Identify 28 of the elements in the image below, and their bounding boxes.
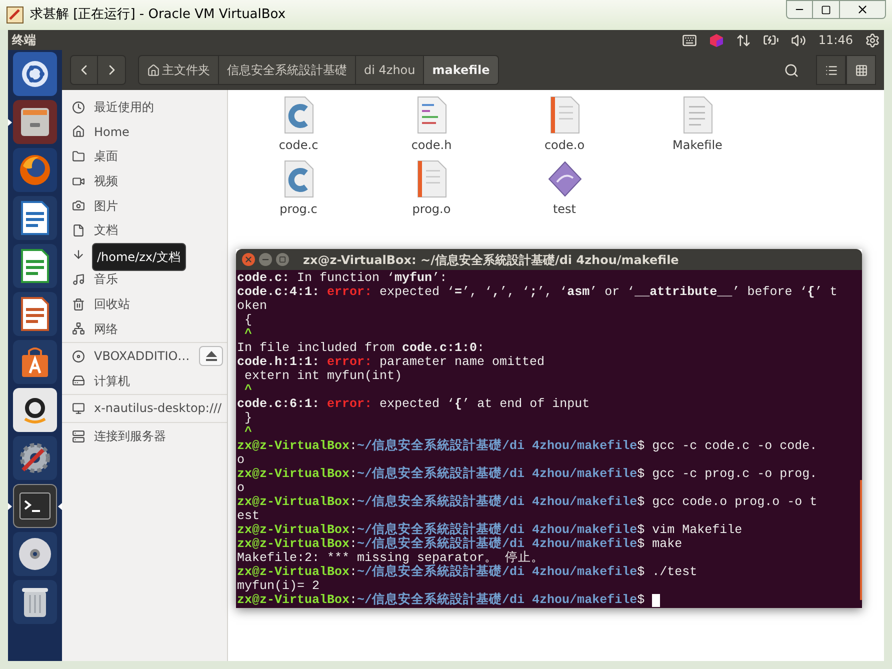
window-title: 求甚解 [正在运行] - Oracle VM VirtualBox [30, 6, 286, 24]
terminal-line: zx@z-VirtualBox:~/信息安全系統設計基礎/di 4zhou/makefile$ vim Makefile [237, 523, 744, 537]
terminal-line: { [244, 313, 254, 327]
terminal-line: code.h:1:1: error: parameter name omitted [237, 355, 546, 369]
terminal-line: In file included from code.c:1:0: [237, 341, 486, 355]
terminal-title: zx@z-VirtualBox: ~/信息安全系統設計基礎/di 4zhou/makefile [303, 252, 679, 268]
terminal-line: } [244, 411, 254, 425]
terminal-line: zx@z-VirtualBox:~/信息安全系統設計基礎/di 4zhou/makefile$ make [237, 537, 684, 551]
terminal-line: o [237, 453, 246, 467]
terminal-line: extern int myfun(int) [244, 369, 404, 383]
terminal-line: zx@z-VirtualBox:~/信息安全系統設計基礎/di 4zhou/makefile$ gcc -c prog.c -o prog. [237, 467, 818, 481]
terminal-line: code.c: In function ‘myfun’: [237, 271, 448, 285]
terminal-line: oken [237, 299, 268, 313]
terminal-line: zx@z-VirtualBox:~/信息安全系統設計基礎/di 4zhou/makefile$ [237, 593, 862, 607]
terminal-line: o [237, 481, 246, 495]
terminal-line: ^ [244, 383, 254, 397]
terminal-line: est [237, 509, 261, 523]
terminal-line: myfun(i)= 2 [237, 579, 321, 593]
tooltip: /home/zx/文档 [92, 243, 186, 271]
terminal-line: zx@z-VirtualBox:~/信息安全系統設計基礎/di 4zhou/makefile$ gcc -c code.c -o code. [237, 439, 818, 453]
terminal-line: zx@z-VirtualBox:~/信息安全系統設計基礎/di 4zhou/makefile$ ./test [237, 565, 698, 579]
terminal-line: ^ [244, 425, 254, 439]
terminal-line: zx@z-VirtualBox:~/信息安全系統設計基礎/di 4zhou/makefile$ gcc code.o prog.o -o t [237, 495, 818, 509]
terminal-line: ^ [244, 327, 254, 341]
terminal-line: Makefile:2: *** missing separator。 停止。 [237, 551, 546, 565]
terminal-line: code.c:6:1: error: expected ‘{’ at end of input [237, 397, 591, 411]
panel-app-name: 终端 [12, 32, 36, 49]
terminal-line: code.c:4:1: error: expected ‘=’, ‘,’, ‘;’, ‘asm’ or ‘__attribute__’ before ‘{’ t [237, 285, 838, 299]
